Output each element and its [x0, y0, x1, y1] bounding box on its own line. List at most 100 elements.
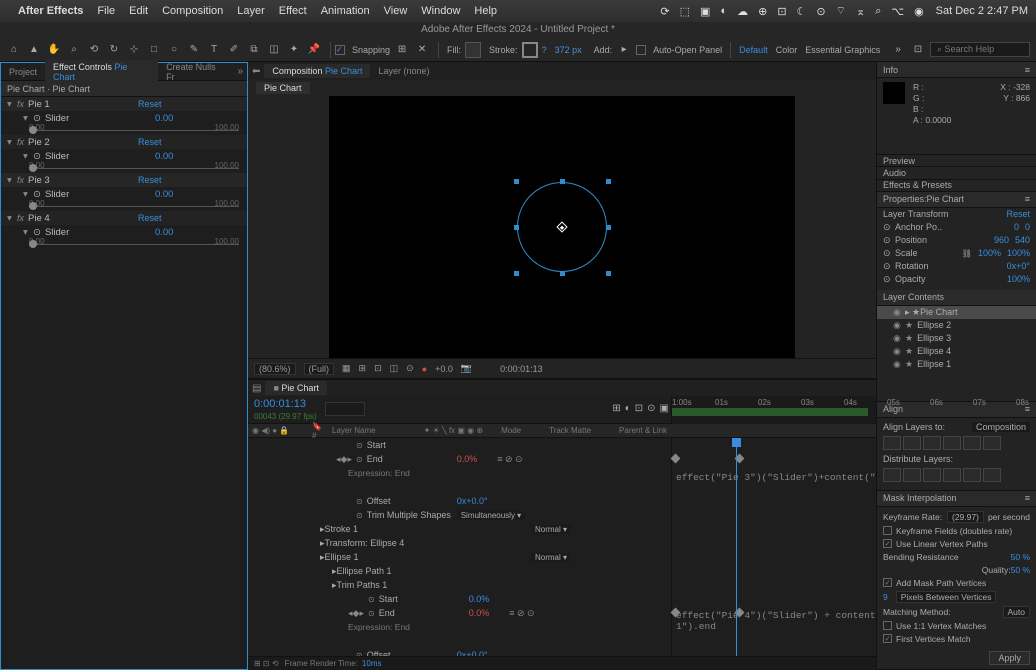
stopwatch-icon[interactable]: ⊙	[33, 189, 41, 200]
time-ruler[interactable]: 1:00s01s02s03s04s05s06s07s08s09s10s	[672, 396, 876, 424]
keyframe-fields-checkbox[interactable]	[883, 526, 892, 535]
dist-button[interactable]	[923, 468, 941, 482]
group-row[interactable]: ▸ Ellipse Path 1	[248, 564, 671, 578]
property-value[interactable]: 0x+0.0°	[457, 496, 488, 506]
orbit-tool-icon[interactable]: ⟲	[86, 42, 102, 58]
exposure-value[interactable]: +0.0	[435, 364, 453, 374]
slider-value[interactable]: 0.00	[155, 227, 174, 238]
slider-track[interactable]: 0.00 100.00	[29, 201, 239, 211]
effect-name[interactable]: Pie 4	[28, 213, 138, 224]
property-row[interactable]: ⊙ Start 0.0%	[248, 592, 671, 606]
tab-effect-controls[interactable]: Effect Controls Pie Chart	[45, 60, 158, 84]
eraser-tool-icon[interactable]: ◫	[266, 42, 282, 58]
effect-name[interactable]: Pie 3	[28, 175, 138, 186]
workspace-color[interactable]: Color	[776, 45, 798, 55]
rotate-tool-icon[interactable]: ↻	[106, 42, 122, 58]
property-row[interactable]: ⊙ Offset 0x+0.0°	[248, 648, 671, 656]
menu-effect[interactable]: Effect	[279, 5, 307, 17]
property-row[interactable]: ◂◆▸ ⊙ End 0.0% ≡ ⊘ ⊙	[248, 606, 671, 620]
siri-icon[interactable]: ◉	[914, 5, 924, 18]
stopwatch-icon[interactable]: ⊙	[356, 497, 363, 506]
tray-icon[interactable]: ⟳	[660, 5, 669, 18]
first-checkbox[interactable]: ✓	[883, 634, 892, 643]
overflow-icon[interactable]: »	[233, 66, 247, 77]
hand-tool-icon[interactable]: ✋	[46, 42, 62, 58]
stopwatch-icon[interactable]: ⊙	[33, 227, 41, 238]
footer-icon[interactable]: ▦	[342, 363, 351, 374]
tl-opt-icon[interactable]: ⊙	[647, 403, 655, 414]
tl-opt-icon[interactable]: ◐	[625, 403, 631, 414]
tab-layer-none[interactable]: Layer (none)	[370, 64, 437, 78]
clone-tool-icon[interactable]: ⧉	[246, 42, 262, 58]
track-row[interactable]	[672, 438, 876, 452]
stopwatch-icon[interactable]: ⊙	[368, 609, 375, 618]
dist-button[interactable]	[963, 468, 981, 482]
moon-icon[interactable]: ☾	[797, 5, 807, 18]
slider-knob[interactable]	[29, 164, 37, 172]
search-help-input[interactable]: Search Help	[930, 42, 1030, 57]
resolution-dropdown[interactable]: (Full)	[304, 363, 335, 375]
rect-tool-icon[interactable]: □	[146, 42, 162, 58]
track-row[interactable]	[672, 592, 876, 606]
group-row[interactable]: ▸ Transform: Ellipse 4	[248, 536, 671, 550]
menu-help[interactable]: Help	[474, 5, 497, 17]
tray-icon[interactable]: ▣	[700, 5, 710, 18]
playhead[interactable]	[736, 438, 737, 656]
menu-window[interactable]: Window	[421, 5, 460, 17]
align-top-button[interactable]	[943, 436, 961, 450]
property-value[interactable]: 0.0%	[457, 454, 478, 464]
work-area[interactable]	[672, 408, 868, 416]
track-row[interactable]	[672, 536, 876, 550]
zoom-dropdown[interactable]: (80.6%)	[254, 363, 296, 375]
twirl-icon[interactable]: ▾	[23, 151, 33, 162]
transform-handle[interactable]	[560, 271, 565, 276]
pixels-between-dropdown[interactable]: Pixels Between Vertices	[896, 591, 997, 603]
dist-button[interactable]	[903, 468, 921, 482]
app-name[interactable]: After Effects	[18, 5, 83, 17]
reset-link[interactable]: Reset	[1006, 209, 1030, 219]
property-row[interactable]: ◂◆▸ ⊙ End 0.0% ≡ ⊘ ⊙	[248, 452, 671, 466]
home-icon[interactable]: ⌂	[6, 42, 22, 58]
workspace-essential[interactable]: Essential Graphics	[805, 45, 880, 55]
layer-content-item[interactable]: ◉★Ellipse 4	[877, 345, 1036, 358]
track-row[interactable]	[672, 550, 876, 564]
selection-tool-icon[interactable]: ▲	[26, 42, 42, 58]
slider-value[interactable]: 0.00	[155, 189, 174, 200]
footer-icon[interactable]: ◫	[390, 363, 399, 374]
stroke-swatch[interactable]	[522, 42, 538, 58]
autoopen-checkbox[interactable]	[636, 45, 646, 55]
layer-content-item[interactable]: ◉★Ellipse 2	[877, 319, 1036, 332]
track-row[interactable]	[672, 494, 876, 508]
slider-value[interactable]: 0.00	[155, 113, 174, 124]
expr-icons[interactable]: ≡ ⊘ ⊙	[497, 454, 522, 465]
align-right-button[interactable]	[923, 436, 941, 450]
dist-button[interactable]	[943, 468, 961, 482]
pan-behind-tool-icon[interactable]: ⊹	[126, 42, 142, 58]
panel-menu-icon[interactable]: ≡	[1025, 194, 1030, 204]
composition-viewer[interactable]	[248, 96, 876, 358]
clock[interactable]: Sat Dec 2 2:47 PM	[936, 5, 1028, 17]
panel-menu-icon[interactable]: ≡	[1025, 65, 1030, 75]
footer-icon[interactable]: ⊙	[406, 363, 414, 374]
slider-knob[interactable]	[29, 126, 37, 134]
control-center-icon[interactable]: ⌥	[891, 5, 904, 18]
stopwatch-icon[interactable]: ⊙	[356, 455, 363, 464]
dropdown[interactable]: Normal ▾	[531, 553, 571, 562]
stopwatch-icon[interactable]: ⊙	[356, 441, 363, 450]
type-tool-icon[interactable]: T	[206, 42, 222, 58]
twirl-icon[interactable]: ▾	[7, 99, 17, 110]
stroke-width[interactable]: ?	[542, 45, 547, 55]
tray-icon[interactable]: ⊕	[758, 5, 767, 18]
track-row[interactable]	[672, 508, 876, 522]
roto-tool-icon[interactable]: ✦	[286, 42, 302, 58]
fx-badge[interactable]: fx	[17, 175, 24, 185]
transform-handle[interactable]	[606, 179, 611, 184]
wifi-icon[interactable]: ⌅	[856, 5, 865, 18]
twirl-icon[interactable]: ▾	[23, 113, 33, 124]
transform-handle[interactable]	[606, 271, 611, 276]
track-row[interactable]	[672, 522, 876, 536]
keyframe-rate-dropdown[interactable]: (29.97)	[947, 511, 984, 523]
add-dropdown-icon[interactable]: ▸	[616, 42, 632, 58]
apply-button[interactable]: Apply	[989, 651, 1030, 665]
stopwatch-icon[interactable]: ⊙	[368, 595, 375, 604]
